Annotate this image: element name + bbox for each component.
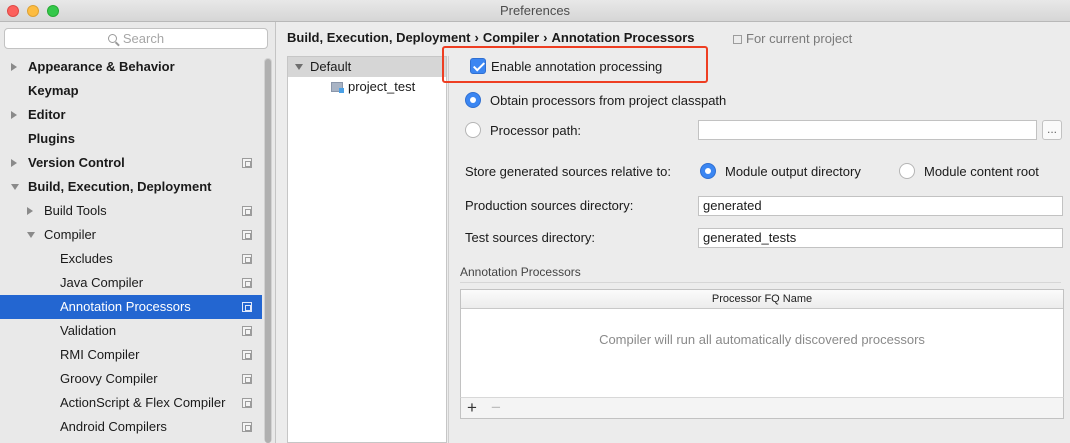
profiles-tree: Default project_test (287, 56, 447, 443)
search-icon (107, 34, 117, 43)
breadcrumb-item: Compiler (482, 30, 540, 45)
sidebar-item-groovy-compiler[interactable]: Groovy Compiler (0, 367, 262, 391)
project-scope-icon (242, 398, 252, 408)
sidebar-item-label: Editor (28, 107, 66, 122)
window-title: Preferences (499, 3, 571, 18)
module-content-label: Module content root (924, 164, 1039, 179)
sidebar-item-version-control[interactable]: Version Control (0, 151, 262, 175)
chevron-right-icon[interactable] (11, 111, 17, 119)
search-input[interactable]: Search (4, 28, 268, 49)
profile-module-label: project_test (348, 79, 416, 94)
sidebar-item-keymap[interactable]: Keymap (0, 79, 262, 103)
enable-annotation-processing-label: Enable annotation processing (491, 59, 663, 74)
processor-path-label: Processor path: (490, 123, 582, 138)
sidebar-item-editor[interactable]: Editor (0, 103, 262, 127)
sidebar-item-label: RMI Compiler (60, 347, 140, 362)
remove-processor-button[interactable]: − (491, 398, 501, 418)
sidebar-item-build-tools[interactable]: Build Tools (0, 199, 262, 223)
sidebar-item-label: Groovy Compiler (60, 371, 158, 386)
settings-tree: Appearance & Behavior Keymap Editor Plugins… (0, 55, 262, 439)
test-sources-label: Test sources directory: (465, 230, 596, 245)
project-scope-icon (242, 158, 252, 168)
settings-main-panel: Build, Execution, Deployment › Compiler › An… (277, 22, 1070, 443)
sidebar-item-label: Excludes (60, 251, 113, 266)
sidebar-item-label: Android Compilers (60, 419, 167, 434)
settings-sidebar: Search Appearance & Behavior Keymap Editor… (0, 22, 276, 443)
sidebar-item-build-execution-deployment[interactable]: Build, Execution, Deployment (0, 175, 262, 199)
project-scope-icon (242, 254, 252, 264)
breadcrumb-item: Build, Execution, Deployment (287, 30, 471, 45)
search-placeholder: Search (122, 31, 165, 46)
project-scope-icon (242, 350, 252, 360)
sidebar-item-plugins[interactable]: Plugins (0, 127, 262, 151)
chevron-down-icon[interactable] (27, 232, 35, 238)
processor-path-field[interactable] (698, 120, 1037, 140)
sidebar-item-label: Keymap (28, 83, 79, 98)
sidebar-item-annotation-processors[interactable]: Annotation Processors (0, 295, 262, 319)
sidebar-item-label: Compiler (44, 227, 97, 242)
sidebar-item-label: Build Tools (44, 203, 107, 218)
sidebar-scrollbar-thumb[interactable] (265, 59, 271, 443)
sidebar-item-rmi-compiler[interactable]: RMI Compiler (0, 343, 262, 367)
profile-default-label: Default (310, 59, 352, 74)
store-generated-label: Store generated sources relative to: (465, 164, 671, 179)
browse-button[interactable]: ... (1042, 120, 1062, 140)
section-divider (460, 282, 1061, 283)
sidebar-item-excludes[interactable]: Excludes (0, 247, 262, 271)
breadcrumb-separator: › (543, 30, 548, 45)
module-output-label: Module output directory (725, 164, 861, 179)
project-scope-icon (242, 278, 252, 288)
sidebar-item-label: Build, Execution, Deployment (28, 179, 212, 194)
expand-arrow-icon[interactable] (295, 64, 303, 70)
sidebar-item-label: Java Compiler (60, 275, 144, 290)
breadcrumb: Build, Execution, Deployment › Compiler › An… (287, 30, 695, 45)
project-scope-icon (242, 230, 252, 240)
processor-path-radio[interactable] (465, 122, 481, 138)
chevron-right-icon[interactable] (11, 159, 17, 167)
test-sources-field[interactable]: generated_tests (698, 228, 1063, 248)
add-processor-button[interactable]: + (467, 398, 477, 418)
sidebar-item-actionscript-flex-compiler[interactable]: ActionScript & Flex Compiler (0, 391, 262, 415)
sidebar-item-label: Version Control (28, 155, 125, 170)
profile-default[interactable]: Default (288, 57, 446, 77)
scope-label: For current project (733, 31, 852, 46)
chevron-right-icon[interactable] (27, 207, 33, 215)
sidebar-item-label: Validation (60, 323, 117, 338)
sidebar-item-compiler[interactable]: Compiler (0, 223, 262, 247)
module-output-radio[interactable] (700, 163, 716, 179)
title-bar: Preferences (0, 0, 1070, 22)
sidebar-item-label: Plugins (28, 131, 75, 146)
production-sources-label: Production sources directory: (465, 198, 634, 213)
sidebar-item-appearance-behavior[interactable]: Appearance & Behavior (0, 55, 262, 79)
module-content-radio[interactable] (899, 163, 915, 179)
project-scope-icon (242, 302, 252, 312)
breadcrumb-item: Annotation Processors (551, 30, 695, 45)
project-scope-icon (242, 422, 252, 432)
profile-module[interactable]: project_test (331, 77, 415, 97)
sidebar-item-label: ActionScript & Flex Compiler (60, 395, 226, 410)
enable-annotation-processing-checkbox[interactable] (470, 58, 486, 74)
processor-fq-name-column-header[interactable]: Processor FQ Name (461, 290, 1063, 309)
breadcrumb-separator: › (474, 30, 479, 45)
project-scope-icon (242, 374, 252, 384)
chevron-down-icon[interactable] (11, 184, 19, 190)
sidebar-item-validation[interactable]: Validation (0, 319, 262, 343)
annotation-processors-section-title: Annotation Processors (460, 265, 581, 279)
chevron-right-icon[interactable] (11, 63, 17, 71)
module-icon (331, 82, 344, 93)
project-scope-icon (242, 326, 252, 336)
table-toolbar: + − (460, 397, 1064, 419)
project-scope-icon (242, 206, 252, 216)
production-sources-field[interactable]: generated (698, 196, 1063, 216)
obtain-processors-radio[interactable] (465, 92, 481, 108)
obtain-processors-label: Obtain processors from project classpath (490, 93, 727, 108)
sidebar-item-label: Annotation Processors (60, 299, 191, 314)
table-empty-text: Compiler will run all automatically disc… (599, 332, 925, 347)
sidebar-item-java-compiler[interactable]: Java Compiler (0, 271, 262, 295)
panel-splitter[interactable] (448, 56, 449, 443)
project-scope-icon (733, 35, 742, 44)
sidebar-item-android-compilers[interactable]: Android Compilers (0, 415, 262, 439)
sidebar-item-label: Appearance & Behavior (28, 59, 175, 74)
scope-label-text: For current project (746, 31, 853, 46)
